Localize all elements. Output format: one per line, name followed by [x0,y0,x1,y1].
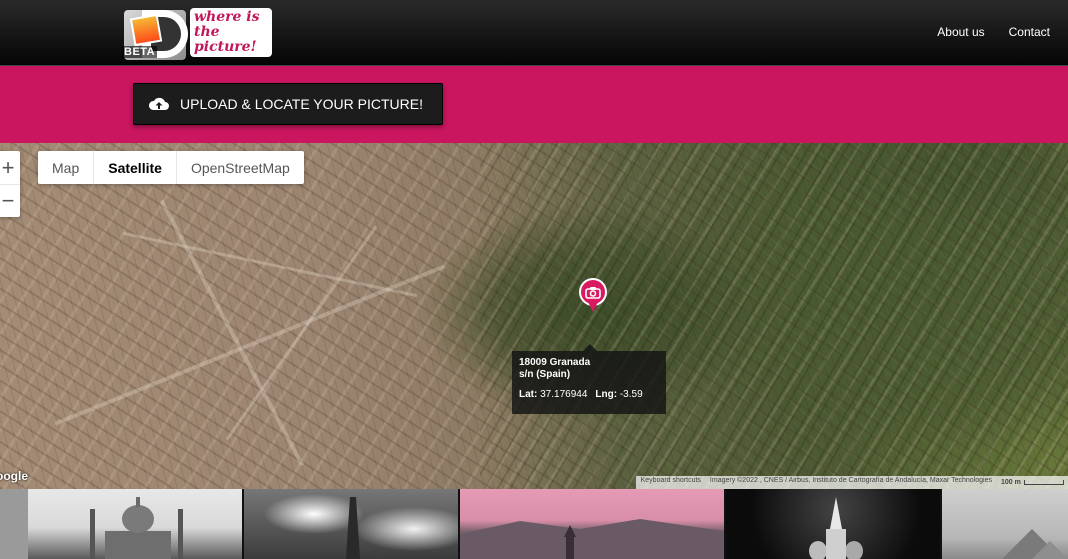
gallery-thumb-taj-mahal[interactable] [0,489,242,559]
google-logo[interactable]: oogle [0,469,28,483]
site-logo[interactable]: BETA where is the picture! [120,6,272,62]
lat-value: 37.176944 [540,389,588,400]
map-type-satellite[interactable]: Satellite [94,151,177,184]
zoom-in-button[interactable]: + [0,151,20,184]
cathedral-image [809,497,863,559]
site-header: BETA where is the picture! About us Cont… [0,0,1068,66]
upload-banner: UPLOAD & LOCATE YOUR PICTURE! [0,66,1068,143]
scale-label: 100 m [1001,479,1021,486]
upload-button-label: UPLOAD & LOCATE YOUR PICTURE! [180,96,423,112]
nav-about-us[interactable]: About us [937,25,984,39]
info-address-line1: 18009 Granada [519,357,591,368]
mountain-town-image [460,519,724,559]
beta-badge: BETA [122,46,158,58]
gallery-thumb-mountain-town[interactable] [460,489,724,559]
upload-locate-button[interactable]: UPLOAD & LOCATE YOUR PICTURE! [133,83,443,125]
satellite-map[interactable]: + − Map Satellite OpenStreetMap 18009 Gr… [0,143,1068,489]
map-type-control: Map Satellite OpenStreetMap [38,151,304,184]
taj-mahal-image [0,489,183,559]
keyboard-shortcuts-link[interactable]: Keyboard shortcuts [635,476,705,489]
location-info-box: 18009 Granada s/n (Spain) Lat: 37.176944… [512,351,666,414]
zoom-out-button[interactable]: − [0,184,20,217]
top-nav: About us Contact [937,25,1050,39]
map-type-map[interactable]: Map [38,151,95,184]
map-scale[interactable]: 100 m [996,476,1068,489]
lat-label: Lat: [519,389,538,400]
imagery-credit: Imagery ©2022 , CNES / Airbus, Instituto… [704,476,996,489]
location-marker[interactable] [579,278,607,314]
gallery-thumb-moscow-cathedral[interactable] [726,489,940,559]
info-address-line2: s/n (Spain) [519,369,571,380]
lng-label: Lng: [595,389,618,400]
gallery-thumb-eiffel-tower[interactable] [244,489,458,559]
gallery-thumb-pyramids[interactable] [942,489,1068,559]
map-type-openstreetmap[interactable]: OpenStreetMap [177,151,304,184]
nav-contact[interactable]: Contact [1009,25,1050,39]
photo-gallery [0,489,1068,559]
logo-wordmark: where is the picture! [190,8,272,57]
map-attribution: Keyboard shortcuts Imagery ©2022 , CNES … [635,476,1068,489]
cloud-upload-icon [148,97,169,110]
scale-bar [1023,480,1064,485]
zoom-control: + − [0,151,20,217]
eiffel-tower-image [346,497,360,559]
camera-icon [585,286,601,299]
pyramids-image [1002,529,1068,559]
lng-value: -3.59 [619,389,643,400]
